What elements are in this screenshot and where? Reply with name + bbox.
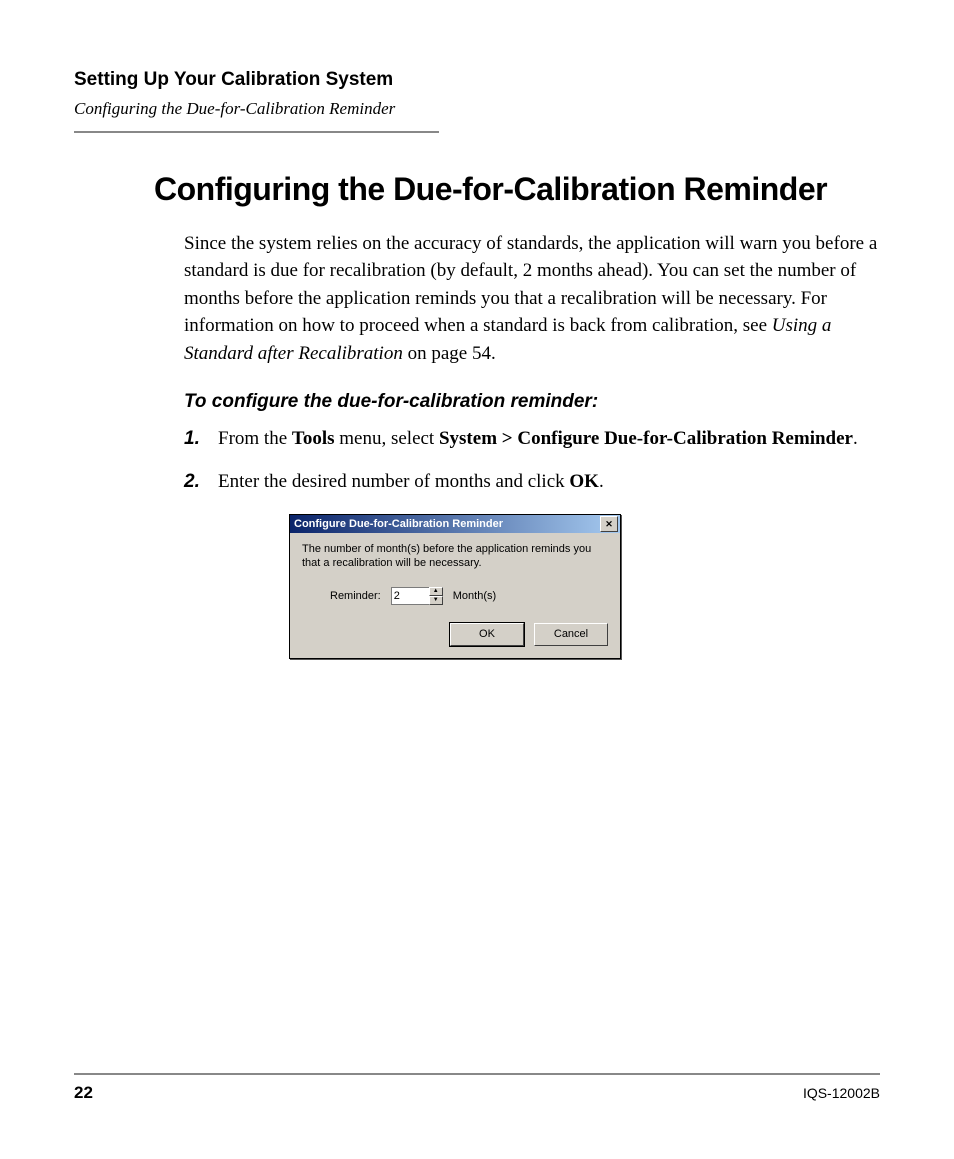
- document-page: Setting Up Your Calibration System Confi…: [0, 0, 954, 1159]
- step-list: 1. From the Tools menu, select System > …: [184, 425, 880, 496]
- header-rule: [74, 131, 439, 133]
- close-icon: ✕: [605, 520, 613, 529]
- reminder-spinner: ▲ ▼: [391, 587, 443, 605]
- configure-reminder-dialog: Configure Due-for-Calibration Reminder ✕…: [289, 514, 621, 659]
- spinner-up-button[interactable]: ▲: [429, 587, 443, 596]
- step-item: 1. From the Tools menu, select System > …: [184, 425, 880, 454]
- spinner-down-button[interactable]: ▼: [429, 596, 443, 605]
- dialog-button-row: OK Cancel: [302, 623, 608, 646]
- dialog-screenshot: Configure Due-for-Calibration Reminder ✕…: [289, 514, 880, 659]
- dialog-titlebar: Configure Due-for-Calibration Reminder ✕: [290, 515, 620, 533]
- dialog-body: The number of month(s) before the applic…: [290, 533, 620, 658]
- reminder-input[interactable]: [391, 587, 429, 605]
- section-title: Configuring the Due-for-Calibration Remi…: [74, 99, 880, 119]
- dialog-description: The number of month(s) before the applic…: [302, 543, 608, 571]
- intro-text-post: on page 54.: [403, 343, 496, 364]
- footer-rule: [74, 1073, 880, 1075]
- chapter-title: Setting Up Your Calibration System: [74, 68, 880, 93]
- reminder-row: Reminder: ▲ ▼ Month(s): [330, 587, 608, 605]
- intro-paragraph: Since the system relies on the accuracy …: [184, 230, 880, 368]
- reminder-unit: Month(s): [453, 590, 496, 602]
- step-number: 2.: [184, 468, 218, 497]
- running-header: Setting Up Your Calibration System Confi…: [74, 68, 880, 133]
- spinner-buttons: ▲ ▼: [429, 587, 443, 605]
- step-text: Enter the desired number of months and c…: [218, 468, 880, 497]
- step-text: From the Tools menu, select System > Con…: [218, 425, 880, 454]
- page-footer: 22 IQS-12002B: [74, 1073, 880, 1103]
- chevron-down-icon: ▼: [433, 597, 439, 603]
- close-button[interactable]: ✕: [600, 516, 618, 532]
- task-heading: To configure the due-for-calibration rem…: [184, 391, 880, 413]
- step-item: 2. Enter the desired number of months an…: [184, 468, 880, 497]
- reminder-label: Reminder:: [330, 590, 381, 602]
- document-id: IQS-12002B: [803, 1085, 880, 1101]
- page-heading: Configuring the Due-for-Calibration Remi…: [154, 171, 880, 208]
- dialog-title: Configure Due-for-Calibration Reminder: [294, 518, 600, 530]
- footer-row: 22 IQS-12002B: [74, 1083, 880, 1103]
- chevron-up-icon: ▲: [433, 588, 439, 594]
- page-number: 22: [74, 1083, 93, 1103]
- ok-button[interactable]: OK: [450, 623, 524, 646]
- step-number: 1.: [184, 425, 218, 454]
- cancel-button[interactable]: Cancel: [534, 623, 608, 646]
